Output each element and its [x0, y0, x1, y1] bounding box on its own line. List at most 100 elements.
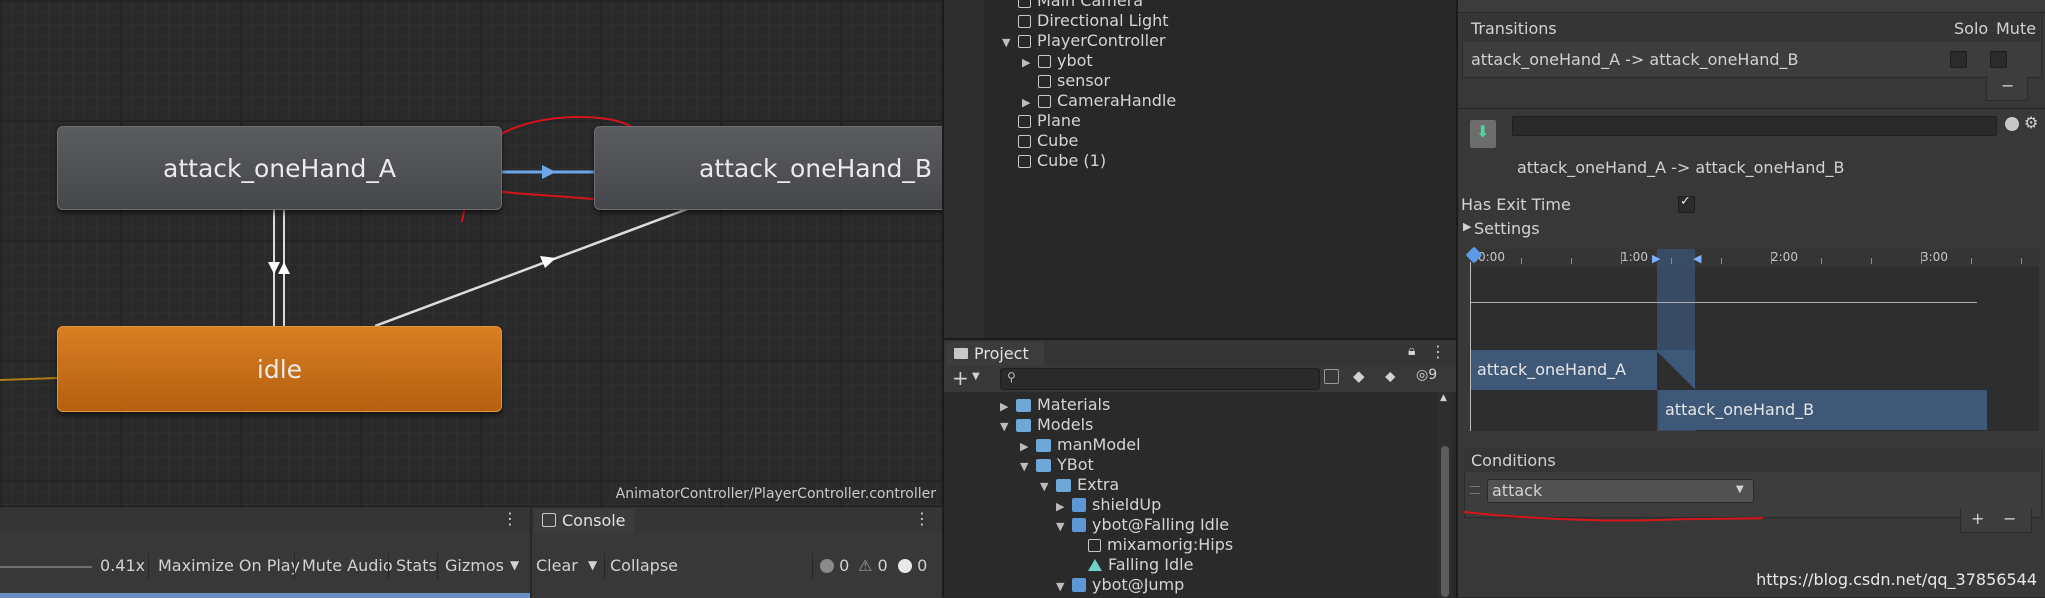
- hidden-packages-icon[interactable]: ◎9: [1416, 367, 1437, 383]
- folder-icon: [1016, 399, 1031, 412]
- expanded-arrow-icon[interactable]: ▼: [1056, 517, 1072, 537]
- project-folder[interactable]: ▶ manModel: [1020, 435, 1141, 455]
- hierarchy-item[interactable]: Plane: [1018, 111, 1081, 131]
- gameobject-icon: [1038, 75, 1051, 88]
- log-count-button[interactable]: 0: [820, 556, 849, 575]
- condition-parameter-dropdown[interactable]: attack ▼: [1487, 479, 1754, 503]
- console-tab[interactable]: Console: [534, 509, 634, 533]
- source-clip-bar[interactable]: attack_oneHand_A: [1471, 350, 1657, 390]
- maximize-on-play-button[interactable]: Maximize On Play: [158, 556, 300, 575]
- transition-list-item[interactable]: attack_oneHand_A -> attack_oneHand_B: [1471, 50, 1799, 69]
- project-asset[interactable]: ▼ ybot@Jump: [1056, 575, 1184, 595]
- expanded-arrow-icon[interactable]: ▼: [1056, 577, 1072, 597]
- section-divider: [1458, 108, 2045, 109]
- help-icon[interactable]: [2005, 117, 2019, 131]
- minus-icon: −: [2001, 76, 2015, 95]
- remove-transition-button[interactable]: −: [1986, 76, 2028, 101]
- collapsed-arrow-icon[interactable]: ▶: [1022, 93, 1038, 113]
- drag-handle-icon[interactable]: [1470, 486, 1480, 494]
- create-plus-icon[interactable]: +: [952, 366, 969, 390]
- scroll-up-icon[interactable]: ▲: [1440, 393, 1447, 403]
- error-count-button[interactable]: 0: [898, 556, 927, 575]
- transition-asset-icon: ⬇: [1470, 120, 1496, 148]
- search-scene-icon[interactable]: [1324, 369, 1339, 384]
- filter-by-label-icon[interactable]: ⬥: [1385, 367, 1396, 385]
- target-clip-bar[interactable]: attack_oneHand_B: [1659, 390, 1987, 430]
- game-view-area: [0, 593, 530, 598]
- hierarchy-item[interactable]: sensor: [1038, 71, 1110, 91]
- hierarchy-item[interactable]: ▼ PlayerController: [1002, 31, 1166, 51]
- hidden-packages-count: 9: [1428, 367, 1438, 383]
- gameobject-icon: [1018, 155, 1031, 168]
- expanded-arrow-icon[interactable]: ▼: [1000, 417, 1016, 437]
- hierarchy-item[interactable]: Cube: [1018, 131, 1078, 151]
- download-arrow-icon: ⬇: [1476, 122, 1490, 141]
- graph-connections: [0, 116, 691, 381]
- settings-foldout-icon[interactable]: ▶: [1463, 220, 1471, 233]
- hierarchy-item[interactable]: ▶ ybot: [1022, 51, 1093, 71]
- condition-parameter-value: attack: [1492, 481, 1543, 500]
- hierarchy-item[interactable]: Cube (1): [1018, 151, 1106, 171]
- gameobject-icon: [1038, 55, 1051, 68]
- scrollbar-thumb[interactable]: [1441, 446, 1449, 597]
- project-folder[interactable]: ▼ Models: [1000, 415, 1093, 435]
- add-condition-button[interactable]: +: [1971, 509, 1984, 528]
- animator-graph[interactable]: attack_oneHand_A attack_oneHand_B idle A…: [0, 0, 942, 506]
- scale-slider[interactable]: [0, 566, 92, 568]
- gameobject-icon: [1018, 0, 1031, 8]
- project-asset[interactable]: Falling Idle: [1088, 555, 1193, 575]
- gizmos-button[interactable]: Gizmos: [445, 556, 504, 575]
- console-kebab-icon[interactable]: ⋮: [914, 509, 930, 528]
- project-asset[interactable]: ▶ shieldUp: [1056, 495, 1161, 515]
- inspector-top-edge: [1458, 0, 2045, 13]
- kebab-menu-icon[interactable]: ⋮: [502, 509, 518, 528]
- settings-foldout[interactable]: Settings: [1474, 219, 1540, 238]
- state-node-attack-a[interactable]: attack_oneHand_A: [57, 126, 502, 210]
- remove-condition-button[interactable]: −: [2003, 509, 2016, 528]
- collapse-button[interactable]: Collapse: [610, 556, 678, 575]
- clear-button[interactable]: Clear: [536, 556, 578, 575]
- project-kebab-icon[interactable]: ⋮: [1430, 342, 1446, 361]
- project-folder[interactable]: ▶ Materials: [1000, 395, 1110, 415]
- hierarchy-item[interactable]: Main Camera: [1018, 0, 1143, 11]
- hierarchy-item[interactable]: Directional Light: [1018, 11, 1169, 31]
- create-dropdown-icon[interactable]: ▼: [972, 371, 980, 382]
- project-folder[interactable]: ▼ Extra: [1040, 475, 1119, 495]
- solo-column-label: Solo: [1954, 19, 1989, 38]
- collapsed-arrow-icon[interactable]: ▶: [1000, 397, 1016, 417]
- panel-divider[interactable]: [942, 0, 944, 597]
- expanded-arrow-icon[interactable]: ▼: [1020, 457, 1036, 477]
- mute-audio-button[interactable]: Mute Audio: [302, 556, 393, 575]
- settings-gear-icon[interactable]: ⚙: [2024, 113, 2038, 132]
- transition-start-handle-icon[interactable]: ▶: [1652, 252, 1660, 265]
- project-asset[interactable]: ▼ ybot@Falling Idle: [1056, 515, 1229, 535]
- transition-end-handle-icon[interactable]: ◀: [1693, 252, 1701, 265]
- project-folder[interactable]: ▼ YBot: [1020, 455, 1094, 475]
- collapsed-arrow-icon[interactable]: ▶: [1056, 497, 1072, 517]
- timeline-ruler[interactable]: [1471, 249, 2039, 267]
- expanded-arrow-icon[interactable]: ▼: [1002, 33, 1018, 53]
- mute-checkbox[interactable]: [1990, 51, 2007, 68]
- scale-value: 0.41x: [100, 556, 146, 575]
- collapsed-arrow-icon[interactable]: ▶: [1020, 437, 1036, 457]
- solo-checkbox[interactable]: [1950, 51, 1967, 68]
- state-node-attack-b[interactable]: attack_oneHand_B: [594, 126, 942, 210]
- folder-icon: [1036, 459, 1051, 472]
- project-asset[interactable]: mixamorig:Hips: [1088, 535, 1233, 555]
- warning-count-button[interactable]: ⚠ 0: [858, 556, 888, 575]
- state-node-idle[interactable]: idle: [57, 326, 502, 412]
- lock-icon[interactable]: 🔒︎: [1408, 343, 1415, 359]
- stats-button[interactable]: Stats: [396, 556, 437, 575]
- collapsed-arrow-icon[interactable]: ▶: [1022, 53, 1038, 73]
- playhead-line: [1470, 262, 1471, 431]
- project-tab[interactable]: Project: [946, 342, 1044, 366]
- filter-by-type-icon[interactable]: ◆: [1353, 367, 1365, 385]
- expanded-arrow-icon[interactable]: ▼: [1040, 477, 1056, 497]
- project-search-input[interactable]: ⚲: [1000, 368, 1320, 390]
- gizmos-dropdown-icon[interactable]: ▼: [510, 558, 519, 572]
- hierarchy-item[interactable]: ▶ CameraHandle: [1022, 91, 1176, 111]
- model-icon: [1072, 498, 1086, 512]
- clear-dropdown-icon[interactable]: ▼: [588, 558, 597, 572]
- transition-name-input[interactable]: [1512, 116, 1997, 136]
- has-exit-time-checkbox[interactable]: ✓: [1678, 194, 1695, 213]
